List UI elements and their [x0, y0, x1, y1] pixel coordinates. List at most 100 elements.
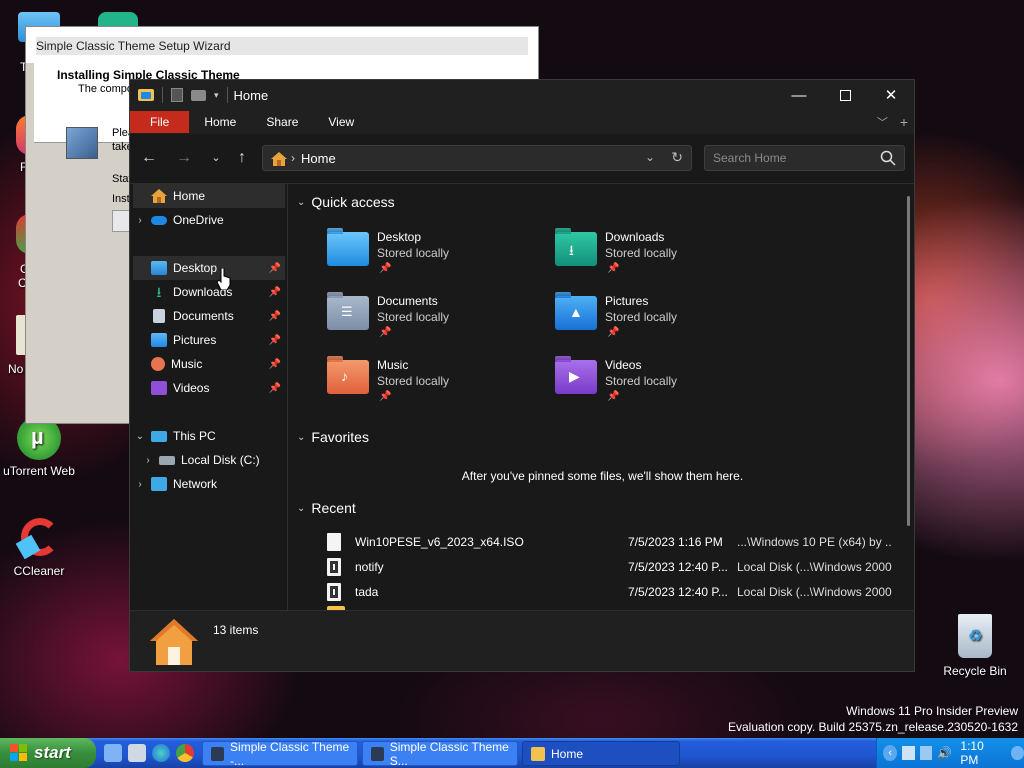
desktop-icon-recycle-bin[interactable]: ♻ Recycle Bin: [940, 614, 1010, 678]
favorites-header[interactable]: ⌄ Favorites: [297, 429, 369, 445]
show-desktop-icon[interactable]: [104, 744, 122, 762]
nav-item-documents[interactable]: Documents 📌: [133, 304, 285, 328]
desktop-folder-icon: [327, 228, 369, 266]
quick-access-downloads[interactable]: ⭳ Downloads Stored locally 📌: [555, 228, 755, 286]
clock[interactable]: 1:10 PM: [960, 739, 1000, 767]
desktop-icon-label: Recycle Bin: [943, 664, 1007, 678]
expand-ribbon-icon[interactable]: ﹀: [877, 114, 888, 130]
tab-share[interactable]: Share: [251, 111, 313, 133]
quick-access-desktop[interactable]: Desktop Stored locally 📌: [327, 228, 527, 286]
quick-access-documents[interactable]: ☰ Documents Stored locally 📌: [327, 292, 527, 350]
recent-file-row[interactable]: tada 7/5/2023 12:40 P... Local Disk (...…: [327, 580, 897, 604]
nav-item-onedrive[interactable]: › OneDrive: [133, 208, 285, 232]
recent-locations-button[interactable]: ⌄: [204, 146, 228, 170]
recent-file-date: 7/5/2023 12:40 P...: [628, 585, 728, 599]
wizard-titlebar[interactable]: Simple Classic Theme Setup Wizard: [26, 27, 538, 63]
quick-access-videos[interactable]: ▶ Videos Stored locally 📌: [555, 356, 755, 414]
address-bar[interactable]: › Home ⌄ ↻: [262, 145, 692, 171]
nav-item-pictures[interactable]: Pictures 📌: [133, 328, 285, 352]
explorer-icon[interactable]: [128, 744, 146, 762]
maximize-button[interactable]: [822, 80, 868, 110]
volume-icon[interactable]: 🔊: [937, 746, 952, 760]
tile-name: Desktop: [377, 230, 422, 244]
up-button[interactable]: ↑: [230, 146, 254, 170]
explorer-titlebar[interactable]: ▾ Home — ✕: [130, 80, 914, 110]
recent-file-row[interactable]: notify 7/5/2023 12:40 P... Local Disk (.…: [327, 555, 897, 579]
properties-icon[interactable]: [171, 88, 183, 102]
chrome-icon[interactable]: [176, 744, 194, 762]
minimize-button[interactable]: —: [776, 80, 822, 110]
nav-item-desktop[interactable]: Desktop 📌: [133, 256, 285, 280]
collapse-chevron-icon[interactable]: ⌄: [297, 197, 305, 208]
file-explorer-window[interactable]: ▾ Home — ✕ File Home Share View ﹀ + ← → …: [129, 79, 915, 672]
section-title: Quick access: [311, 194, 395, 210]
pin-icon[interactable]: 📌: [269, 359, 281, 370]
taskbar-button-setup-1[interactable]: Simple Classic Theme -...: [202, 740, 358, 768]
quick-access-header[interactable]: ⌄ Quick access: [297, 194, 395, 210]
tab-file[interactable]: File: [130, 111, 190, 133]
notification-icon[interactable]: [1011, 746, 1024, 760]
network-icon[interactable]: [902, 746, 915, 760]
home-icon: [151, 189, 167, 203]
divider: [226, 87, 228, 103]
nav-item-downloads[interactable]: ⭳ Downloads 📌: [133, 280, 285, 304]
nav-item-videos[interactable]: Videos 📌: [133, 376, 285, 400]
search-input[interactable]: [713, 151, 873, 165]
pictures-folder-icon: ▲: [555, 292, 597, 330]
address-path: Home: [301, 150, 336, 166]
picture-icon: [151, 333, 167, 347]
start-label: start: [34, 743, 71, 762]
edge-icon[interactable]: [152, 744, 170, 762]
close-button[interactable]: ✕: [868, 80, 914, 110]
tray-expand-icon[interactable]: ‹: [883, 745, 898, 761]
expand-chevron-icon[interactable]: ›: [133, 215, 147, 226]
recent-file-name: Win10PESE_v6_2023_x64.ISO: [355, 535, 524, 549]
music-icon: [151, 357, 165, 371]
nav-item-local-disk[interactable]: › Local Disk (C:): [133, 448, 285, 472]
address-toolbar: ← → ⌄ ↑ › Home ⌄ ↻: [130, 134, 914, 184]
pin-icon[interactable]: 📌: [269, 311, 281, 322]
document-icon: [153, 309, 165, 323]
quick-access-music[interactable]: ♪ Music Stored locally 📌: [327, 356, 527, 414]
recent-header[interactable]: ⌄ Recent: [297, 500, 356, 516]
nav-label: This PC: [173, 429, 216, 443]
refresh-icon[interactable]: ↻: [671, 149, 683, 166]
back-button[interactable]: ←: [137, 146, 161, 170]
pin-icon[interactable]: 📌: [269, 287, 281, 298]
taskbar-button-setup-2[interactable]: Simple Classic Theme S...: [362, 740, 518, 768]
pin-icon: 📌: [379, 327, 392, 338]
display-icon[interactable]: [919, 746, 933, 760]
add-tab-icon[interactable]: +: [900, 114, 908, 130]
search-icon[interactable]: [880, 150, 896, 166]
taskbar-button-home[interactable]: Home: [522, 741, 680, 766]
recent-file-row[interactable]: Win10PESE_v6_2023_x64.ISO 7/5/2023 1:16 …: [327, 530, 897, 554]
tab-home[interactable]: Home: [189, 111, 251, 133]
desktop-icon-utorrent[interactable]: µ uTorrent Web: [1, 416, 77, 478]
address-dropdown-icon[interactable]: ⌄: [645, 150, 655, 164]
expand-chevron-icon[interactable]: ›: [141, 455, 155, 466]
desktop-icon-ccleaner[interactable]: CCleaner: [1, 516, 77, 578]
tab-view[interactable]: View: [313, 111, 369, 133]
new-folder-icon[interactable]: [191, 89, 206, 101]
forward-button[interactable]: →: [172, 146, 196, 170]
pin-icon[interactable]: 📌: [269, 335, 281, 346]
collapse-chevron-icon[interactable]: ⌄: [297, 503, 305, 514]
collapse-chevron-icon[interactable]: ⌄: [133, 431, 147, 442]
quick-access-pictures[interactable]: ▲ Pictures Stored locally 📌: [555, 292, 755, 350]
nav-item-music[interactable]: Music 📌: [133, 352, 285, 376]
nav-item-home[interactable]: Home: [133, 184, 285, 208]
watermark-line: Windows 11 Pro Insider Preview: [846, 704, 1018, 718]
customize-toolbar-icon[interactable]: ▾: [214, 90, 219, 101]
pin-icon[interactable]: 📌: [269, 263, 281, 274]
search-box[interactable]: [704, 145, 905, 171]
nav-item-this-pc[interactable]: ⌄ This PC: [133, 424, 285, 448]
collapse-chevron-icon[interactable]: ⌄: [297, 432, 305, 443]
vertical-scrollbar[interactable]: [907, 196, 910, 526]
music-folder-icon: ♪: [327, 356, 369, 394]
content-pane: ⌄ Quick access Desktop Stored locally 📌 …: [289, 184, 914, 610]
nav-item-network[interactable]: › Network: [133, 472, 285, 496]
pin-icon[interactable]: 📌: [269, 383, 281, 394]
start-button[interactable]: start: [0, 738, 96, 768]
expand-chevron-icon[interactable]: ›: [133, 479, 147, 490]
pin-icon: 📌: [379, 263, 392, 274]
